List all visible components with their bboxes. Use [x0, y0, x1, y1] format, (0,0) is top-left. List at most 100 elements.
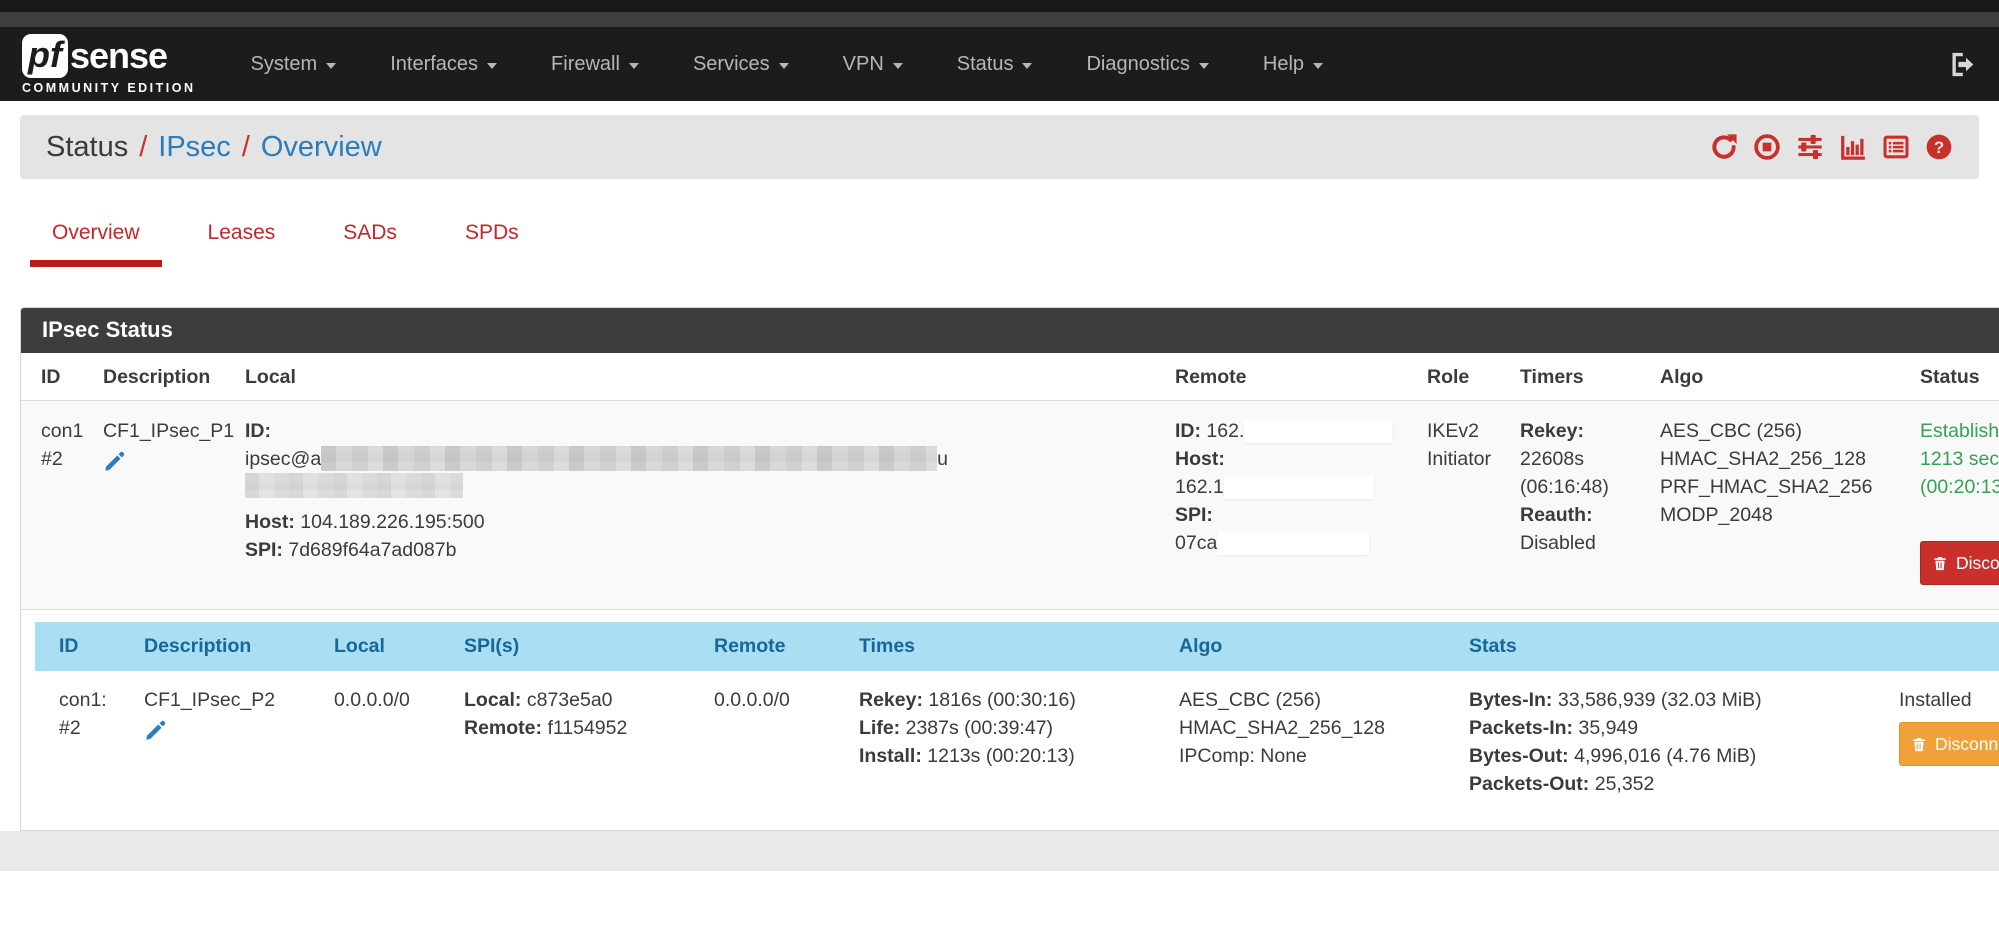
cell-spis: Local: c873e5a0 Remote: f1154952: [450, 671, 700, 804]
bar-chart-icon[interactable]: [1839, 133, 1867, 161]
ipsec-status-panel: IPsec Status ID Description Local Remote…: [20, 307, 1999, 831]
tab-sads[interactable]: SADs: [321, 221, 419, 267]
refresh-icon[interactable]: [1710, 133, 1738, 161]
menu-interfaces[interactable]: Interfaces: [363, 53, 524, 76]
col-header-algo: Algo: [1165, 622, 1455, 671]
caret-down-icon: [629, 63, 639, 69]
ike-sa-table: ID Description Local Remote Role Timers …: [21, 353, 1999, 610]
menu-vpn[interactable]: VPN: [816, 53, 930, 76]
table-row: con1: #2 CF1_IPsec_P2 0.0.0.0/0 Local: c…: [35, 671, 1999, 804]
tab-spds[interactable]: SPDs: [443, 221, 541, 267]
cell-stats: Bytes-In: 33,586,939 (32.03 MiB) Packets…: [1455, 671, 1885, 804]
cell-local: 0.0.0.0/0: [320, 671, 450, 804]
redacted-box: [1244, 419, 1392, 443]
redacted-box: [1224, 475, 1374, 499]
menu-status[interactable]: Status: [930, 53, 1060, 76]
col-header-id: ID: [21, 353, 89, 401]
caret-down-icon: [487, 63, 497, 69]
cell-description: CF1_IPsec_P1: [89, 401, 231, 610]
cell-local: ID: ipsec@au Host: 104.189.226.195:500 S…: [231, 401, 1161, 610]
col-header-status: Status: [1906, 353, 1999, 401]
caret-down-icon: [1022, 63, 1032, 69]
breadcrumb: Status / IPsec / Overview: [20, 115, 1979, 179]
caret-down-icon: [1199, 63, 1209, 69]
col-header-timers: Timers: [1506, 353, 1646, 401]
col-header-local: Local: [320, 622, 450, 671]
top-navbar: pf sense COMMUNITY EDITION System Interf…: [0, 27, 1999, 101]
redacted-box: [1217, 531, 1369, 555]
cell-id: con1 #2: [21, 401, 89, 610]
cell-times: Rekey: 1816s (00:30:16) Life: 2387s (00:…: [845, 671, 1165, 804]
col-header-spis: SPI(s): [450, 622, 700, 671]
redacted-blur: [321, 446, 937, 471]
menu-diagnostics[interactable]: Diagnostics: [1059, 53, 1235, 76]
status-established: Established: [1920, 417, 1999, 445]
page-background: [0, 831, 1999, 871]
cell-remote: ID: 162. Host: 162.1 SPI: 07ca: [1161, 401, 1413, 610]
status-installed: Installed: [1899, 686, 1999, 714]
cell-description: CF1_IPsec_P2: [130, 671, 320, 804]
tab-leases[interactable]: Leases: [186, 221, 298, 267]
edit-pencil-icon[interactable]: [103, 449, 127, 473]
caret-down-icon: [326, 63, 336, 69]
pfsense-logo-pf: pf: [22, 34, 68, 78]
panel-title: IPsec Status: [21, 308, 1999, 353]
col-header-description: Description: [89, 353, 231, 401]
breadcrumb-section: Status: [46, 131, 128, 164]
col-header-description: Description: [130, 622, 320, 671]
cell-algo: AES_CBC (256) HMAC_SHA2_256_128 PRF_HMAC…: [1646, 401, 1906, 610]
menu-firewall[interactable]: Firewall: [524, 53, 666, 76]
col-header-times: Times: [845, 622, 1165, 671]
stop-circle-icon[interactable]: [1753, 133, 1781, 161]
ike-table-header-row: ID Description Local Remote Role Timers …: [21, 353, 1999, 401]
sign-out-icon[interactable]: [1946, 49, 1977, 80]
menu-services[interactable]: Services: [666, 53, 816, 76]
help-icon[interactable]: ?: [1925, 133, 1953, 161]
col-header-remote: Remote: [700, 622, 845, 671]
menu-help[interactable]: Help: [1236, 53, 1350, 76]
cell-role: IKEv2 Initiator: [1413, 401, 1506, 610]
col-header-id: ID: [35, 622, 130, 671]
col-header-role: Role: [1413, 353, 1506, 401]
list-icon[interactable]: [1882, 133, 1910, 161]
child-sa-table: ID Description Local SPI(s) Remote Times…: [35, 622, 1999, 804]
cell-status: Installed Disconnect: [1885, 671, 1999, 804]
child-sa-header-row: ID Description Local SPI(s) Remote Times…: [35, 622, 1999, 671]
pfsense-logo[interactable]: pf sense COMMUNITY EDITION: [22, 34, 196, 95]
cell-status: Established 1213 seconds (00:20:13) Disc…: [1906, 401, 1999, 610]
cell-timers: Rekey: 22608s (06:16:48) Reauth: Disable…: [1506, 401, 1646, 610]
child-sa-section: ID Description Local SPI(s) Remote Times…: [21, 610, 1999, 830]
col-header-algo: Algo: [1646, 353, 1906, 401]
cell-remote: 0.0.0.0/0: [700, 671, 845, 804]
col-header-blank: [1885, 622, 1999, 671]
table-row: con1 #2 CF1_IPsec_P1 ID: ipsec@au Host: …: [21, 401, 1999, 610]
pfsense-edition-label: COMMUNITY EDITION: [22, 81, 196, 95]
caret-down-icon: [1313, 63, 1323, 69]
tab-overview[interactable]: Overview: [30, 221, 162, 267]
pfsense-logo-sense: sense: [70, 35, 167, 77]
menu-system[interactable]: System: [224, 53, 364, 76]
ipsec-tabs: Overview Leases SADs SPDs: [30, 221, 1979, 267]
col-header-local: Local: [231, 353, 1161, 401]
caret-down-icon: [893, 63, 903, 69]
disconnect-button[interactable]: Disconnect: [1899, 722, 1999, 766]
trash-icon: [1911, 736, 1927, 753]
breadcrumb-link-overview[interactable]: Overview: [261, 131, 382, 164]
breadcrumb-separator: /: [139, 131, 147, 164]
main-menu: System Interfaces Firewall Services VPN …: [224, 53, 1350, 76]
edit-pencil-icon[interactable]: [144, 718, 168, 742]
breadcrumb-link-ipsec[interactable]: IPsec: [158, 131, 231, 164]
trash-icon: [1932, 555, 1948, 572]
sliders-icon[interactable]: [1796, 133, 1824, 161]
cell-algo: AES_CBC (256) HMAC_SHA2_256_128 IPComp: …: [1165, 671, 1455, 804]
caret-down-icon: [779, 63, 789, 69]
svg-text:?: ?: [1934, 138, 1944, 157]
breadcrumb-separator: /: [242, 131, 250, 164]
disconnect-button[interactable]: Disconnect: [1920, 541, 1999, 585]
col-header-remote: Remote: [1161, 353, 1413, 401]
page-action-icons: ?: [1710, 133, 1953, 161]
redacted-blur: [245, 473, 463, 498]
cell-id: con1: #2: [35, 671, 130, 804]
window-sub-strip: [0, 12, 1999, 27]
col-header-stats: Stats: [1455, 622, 1885, 671]
